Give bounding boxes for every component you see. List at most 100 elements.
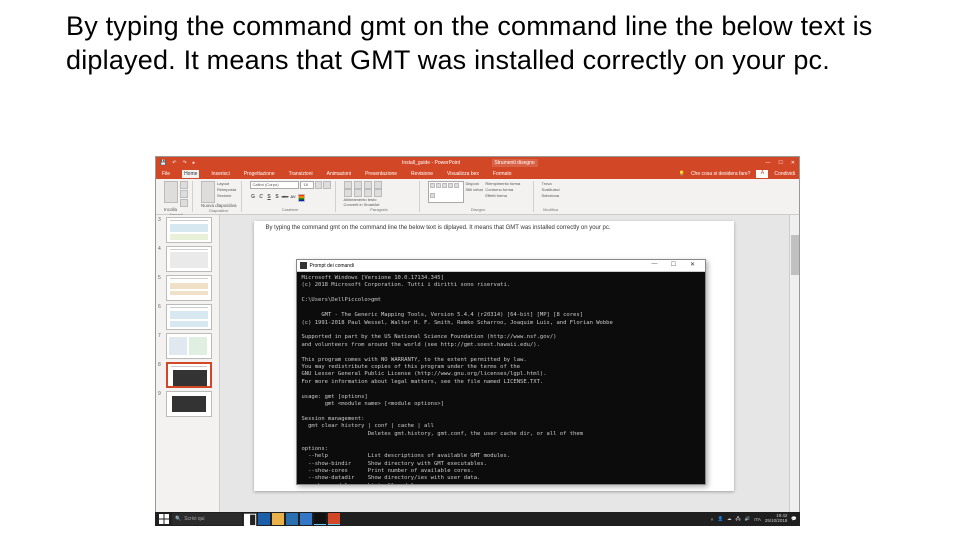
taskbar-app-store[interactable] <box>286 513 298 525</box>
ribbon-group-clipboard: Incolla Appunti <box>160 181 193 212</box>
tell-me[interactable]: Che cosa si desidera fare? <box>691 171 750 177</box>
tray-network-icon[interactable]: 🖧 <box>736 515 741 523</box>
cut-icon[interactable] <box>180 181 188 189</box>
tab-format[interactable]: Formato <box>491 170 514 178</box>
tab-home[interactable]: Home <box>182 170 199 178</box>
tray-language[interactable]: ITA <box>754 517 761 522</box>
taskbar-app-terminal[interactable] <box>314 513 326 525</box>
shape-fill-button[interactable]: Riempimento forma <box>485 181 520 186</box>
tab-animations[interactable]: Animazioni <box>325 170 353 178</box>
shapes-gallery[interactable] <box>428 181 464 203</box>
quick-access-toolbar[interactable]: 💾 ↶ ↷ ▸ <box>160 160 195 166</box>
shrink-font-icon[interactable] <box>323 181 331 189</box>
tray-volume-icon[interactable]: 🔊 <box>745 516 751 522</box>
quick-styles-button[interactable]: Stili veloci <box>466 187 484 192</box>
slide-thumb[interactable] <box>166 217 212 243</box>
tell-me-icon[interactable]: 💡 <box>679 171 685 177</box>
minimize-icon[interactable]: — <box>765 160 770 166</box>
bullets-icon[interactable] <box>344 181 352 189</box>
vertical-scrollbar[interactable] <box>789 215 799 515</box>
tray-onedrive-icon[interactable]: ☁ <box>727 516 732 522</box>
numbering-icon[interactable] <box>354 181 362 189</box>
font-size-combo[interactable]: 18 <box>300 181 313 189</box>
font-name-combo[interactable]: Calibri (Corpo) <box>250 181 300 189</box>
font-color-icon[interactable] <box>298 194 305 202</box>
slide-thumb-active[interactable] <box>166 362 212 388</box>
start-button[interactable] <box>158 513 170 525</box>
scrollbar-thumb[interactable] <box>791 235 799 275</box>
arrange-button[interactable]: Disponi <box>466 181 484 186</box>
char-spacing-button[interactable]: AV <box>290 194 297 202</box>
user-badge[interactable]: A <box>756 170 768 178</box>
taskbar-app-mail[interactable] <box>300 513 312 525</box>
undo-icon[interactable]: ↶ <box>172 160 176 166</box>
bold-button[interactable]: G <box>250 194 257 202</box>
cmd-maximize-icon[interactable]: ☐ <box>665 261 683 270</box>
layout-button[interactable]: Layout <box>217 181 236 186</box>
align-right-icon[interactable] <box>364 189 372 197</box>
tray-notifications-icon[interactable]: 💬 <box>791 516 797 522</box>
tray-people-icon[interactable]: 👤 <box>717 516 723 522</box>
format-painter-icon[interactable] <box>180 199 188 207</box>
ppt-body: 3 4 5 6 7 8 9 By typing the command gmt … <box>156 215 799 515</box>
slide-thumbnails-panel[interactable]: 3 4 5 6 7 8 9 <box>156 215 220 515</box>
tab-design[interactable]: Progettazione <box>242 170 277 178</box>
task-view-icon[interactable]: ◧ <box>244 513 256 525</box>
tab-transitions[interactable]: Transizioni <box>287 170 315 178</box>
tab-insert[interactable]: Inserisci <box>209 170 231 178</box>
indent-dec-icon[interactable] <box>364 181 372 189</box>
tab-review[interactable]: Revisione <box>409 170 435 178</box>
slide-edit-area[interactable]: By typing the command gmt on the command… <box>220 215 799 515</box>
tab-file[interactable]: File <box>160 170 172 178</box>
strike-button[interactable]: abc <box>282 194 289 202</box>
shape-outline-button[interactable]: Contorno forma <box>485 187 520 192</box>
taskbar-app-explorer[interactable] <box>272 513 284 525</box>
shape-effects-button[interactable]: Effetti forma <box>485 193 520 198</box>
start-slideshow-icon[interactable]: ▸ <box>193 160 196 166</box>
reset-button[interactable]: Reimposta <box>217 187 236 192</box>
shadow-button[interactable]: S <box>274 194 281 202</box>
taskbar-clock[interactable]: 19:4225/10/2018 <box>765 514 788 523</box>
close-icon[interactable]: ✕ <box>791 160 795 166</box>
thumb-number: 8 <box>158 362 164 388</box>
share-button[interactable]: Condividi <box>774 171 795 177</box>
redo-icon[interactable]: ↷ <box>182 160 186 166</box>
slide-canvas[interactable]: By typing the command gmt on the command… <box>254 221 734 491</box>
cmd-titlebar[interactable]: Prompt dei comandi — ☐ ✕ <box>297 260 705 272</box>
slide-thumb[interactable] <box>166 333 212 359</box>
cmd-close-icon[interactable]: ✕ <box>684 261 702 270</box>
select-button[interactable]: Seleziona <box>542 193 560 198</box>
new-slide-icon[interactable] <box>201 181 215 203</box>
underline-button[interactable]: S <box>266 194 273 202</box>
ribbon-group-slides: LayoutReimpostaSezione Nuova diapositiva… <box>197 181 242 212</box>
windows-taskbar[interactable]: 🔍Scrivi qui ◧ ˄ 👤 ☁ 🖧 🔊 ITA 19:4225/10/2… <box>155 512 800 526</box>
tab-slideshow[interactable]: Presentazione <box>363 170 399 178</box>
find-button[interactable]: Trova <box>542 181 560 186</box>
maximize-icon[interactable]: ☐ <box>778 160 782 166</box>
copy-icon[interactable] <box>180 190 188 198</box>
slide-thumb[interactable] <box>166 246 212 272</box>
tray-chevron-icon[interactable]: ˄ <box>711 517 714 522</box>
tab-view[interactable]: Visualizza bex <box>445 170 481 178</box>
slide-thumb[interactable] <box>166 304 212 330</box>
italic-button[interactable]: C <box>258 194 265 202</box>
section-button[interactable]: Sezione <box>217 193 236 198</box>
align-left-icon[interactable] <box>344 189 352 197</box>
align-center-icon[interactable] <box>354 189 362 197</box>
taskbar-app-powerpoint[interactable] <box>328 513 340 525</box>
thumb-number: 7 <box>158 333 164 359</box>
replace-button[interactable]: Sostituisci <box>542 187 560 192</box>
slide-thumb[interactable] <box>166 391 212 417</box>
slide-thumb[interactable] <box>166 275 212 301</box>
save-icon[interactable]: 💾 <box>160 160 166 166</box>
group-label-editing: Modifica <box>542 207 560 212</box>
taskbar-search[interactable]: 🔍Scrivi qui <box>172 513 242 525</box>
taskbar-tray[interactable]: ˄ 👤 ☁ 🖧 🔊 ITA 19:4225/10/2018 💬 <box>711 514 797 523</box>
cmd-minimize-icon[interactable]: — <box>646 261 664 270</box>
paste-icon[interactable] <box>164 181 178 203</box>
grow-font-icon[interactable] <box>315 181 323 189</box>
indent-inc-icon[interactable] <box>374 181 382 189</box>
powerpoint-window: 💾 ↶ ↷ ▸ Install_guide - PowerPoint Strum… <box>155 156 800 526</box>
taskbar-app-edge[interactable] <box>258 513 270 525</box>
columns-icon[interactable] <box>374 189 382 197</box>
